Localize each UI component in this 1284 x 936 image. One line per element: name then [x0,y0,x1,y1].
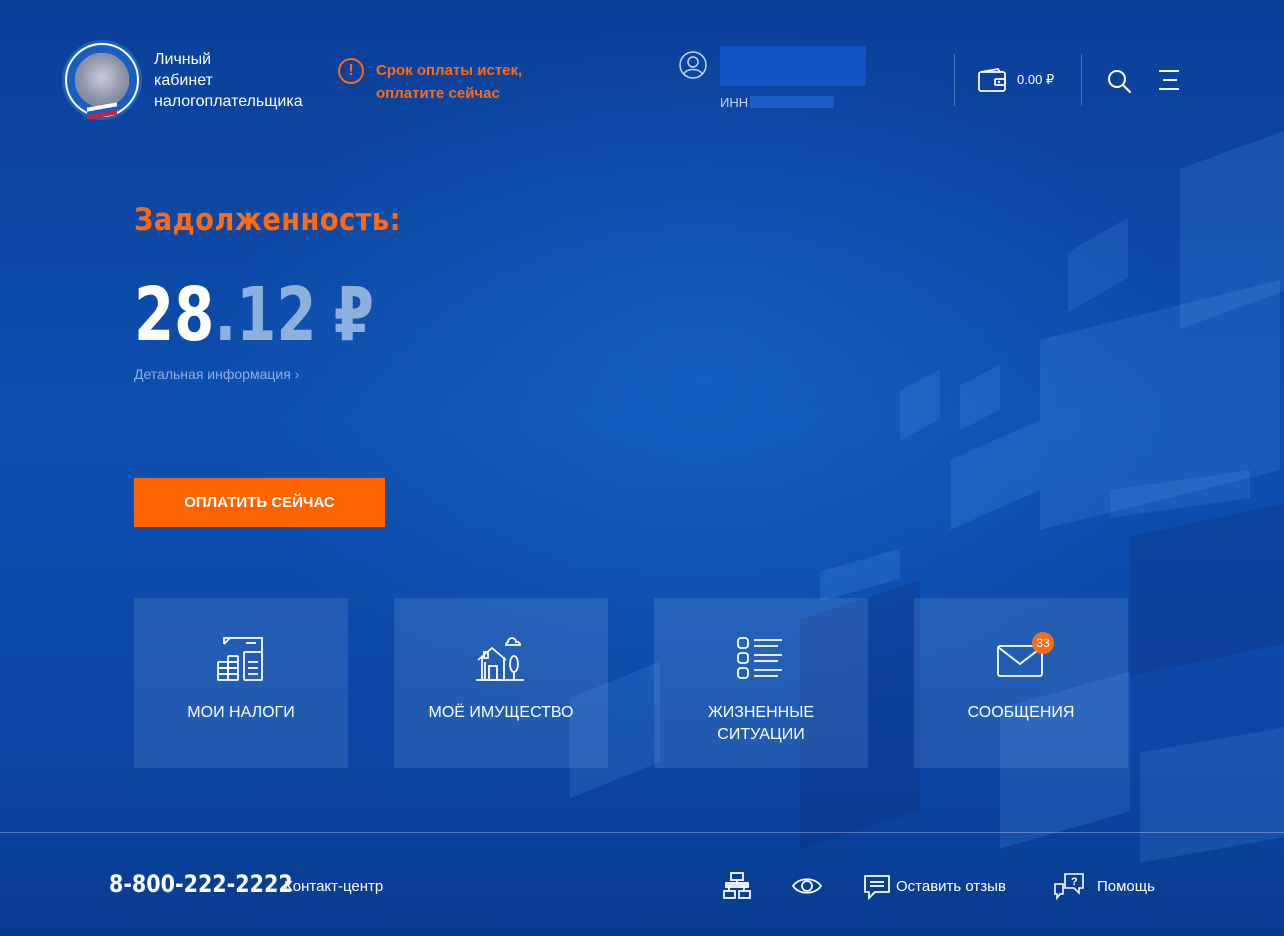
search-icon[interactable] [1106,68,1132,94]
currency-sign: ₽ [333,272,374,358]
tile-label: СООБЩЕНИЯ [967,704,1075,721]
header-divider [954,54,955,106]
tile-label: МОЁ ИМУЩЕСТВО [428,704,574,721]
debt-amount-integer: 28 [134,272,215,358]
user-name-redacted[interactable] [720,46,866,86]
inn-value-redacted [750,96,834,108]
user-avatar-icon[interactable] [679,51,707,79]
inn-label: ИНН [720,95,749,110]
tile-life-situations[interactable]: ЖИЗНЕННЫЕ СИТУАЦИИ [654,598,868,768]
contact-phone[interactable]: 8-800-222-2222 [109,870,293,898]
svg-text:?: ? [1071,876,1078,888]
header-divider [1081,54,1082,106]
feedback-icon[interactable] [863,874,891,900]
background [0,0,1284,936]
wallet-icon[interactable] [978,68,1006,92]
alert-icon: ! [338,58,364,84]
leave-feedback-link[interactable]: Оставить отзыв [896,878,1006,895]
footer-divider [0,832,1284,833]
property-icon [476,637,524,681]
tile-my-taxes[interactable]: МОИ НАЛОГИ [134,598,348,768]
wallet-balance[interactable]: 0.00 ₽ [1017,72,1054,88]
fns-logo[interactable] [62,40,142,120]
tile-label: МОИ НАЛОГИ [187,704,295,721]
payment-overdue-alert[interactable]: Срок оплаты истек, оплатите сейчас [376,59,566,105]
tile-my-property[interactable]: МОЁ ИМУЩЕСТВО [394,598,608,768]
help-link[interactable]: Помощь [1097,878,1155,895]
debt-amount: 28.12 ₽ [134,272,374,358]
tile-messages[interactable]: 33 СООБЩЕНИЯ [914,598,1128,768]
help-icon[interactable]: ? [1053,872,1085,900]
contact-center-label: Контакт-центр [284,878,384,895]
tile-label: ЖИЗНЕННЫЕ СИТУАЦИИ [707,704,815,743]
unread-count-badge: 33 [1032,632,1054,654]
menu-icon[interactable] [1157,69,1181,91]
pay-now-button[interactable]: ОПЛАТИТЬ СЕЙЧАС [134,478,385,527]
life-situations-icon [737,637,782,679]
brand-title[interactable]: Личный кабинет налогоплательщика [154,49,303,112]
details-link[interactable]: Детальная информация › [134,366,299,382]
sitemap-icon[interactable] [722,871,752,901]
debt-label: Задолженность: [134,202,401,238]
eye-icon[interactable] [791,876,823,896]
debt-amount-decimal: .12 [214,272,317,358]
taxes-icon [217,637,263,681]
